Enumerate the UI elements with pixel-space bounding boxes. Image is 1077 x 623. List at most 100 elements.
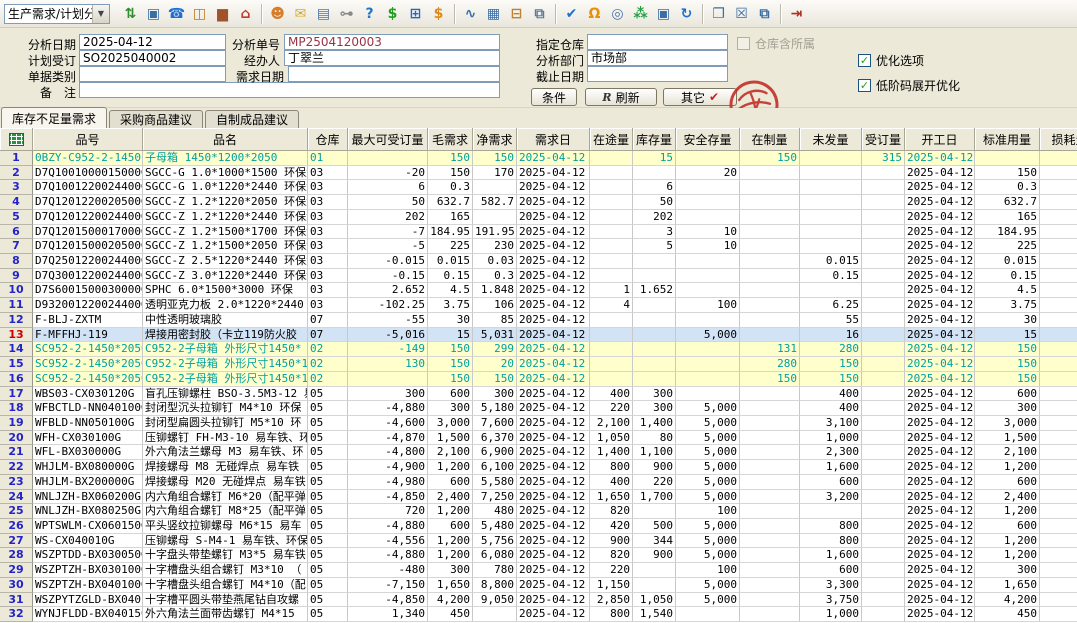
cell[interactable]: 平头竖纹拉铆螺母 M6*15 易车 — [143, 519, 308, 534]
cell[interactable]: 2025-04-12 — [905, 225, 975, 240]
cell[interactable] — [676, 372, 740, 387]
condition-button[interactable]: 条件 — [531, 88, 577, 106]
column-header[interactable]: 仓库 — [308, 128, 348, 151]
cell[interactable]: 2025-04-12 — [517, 607, 590, 622]
cell[interactable] — [590, 372, 633, 387]
cell[interactable] — [1040, 283, 1077, 298]
cell[interactable]: 0.3 — [473, 269, 517, 284]
cell[interactable] — [740, 445, 800, 460]
cell[interactable]: 400 — [800, 401, 862, 416]
cell[interactable]: 05 — [308, 387, 348, 402]
cell[interactable]: 3,300 — [800, 578, 862, 593]
cell[interactable]: 5,756 — [473, 534, 517, 549]
cell[interactable]: 300 — [633, 387, 676, 402]
row-number[interactable]: 4 — [0, 195, 33, 210]
cell[interactable]: 5,000 — [676, 534, 740, 549]
table-row[interactable]: 25WNLJZH-BX080250G内六角组合螺钉 M8*25（配平弹05720… — [0, 504, 1077, 519]
cell[interactable]: 0.15 — [428, 269, 473, 284]
cell[interactable]: 03 — [308, 166, 348, 181]
cell[interactable] — [1040, 475, 1077, 490]
cell[interactable]: 5 — [633, 239, 676, 254]
cell[interactable]: 5,031 — [473, 328, 517, 343]
cell[interactable]: 2025-04-12 — [905, 490, 975, 505]
plan-order-field[interactable]: SO2025040002 — [79, 50, 226, 66]
cell[interactable] — [590, 357, 633, 372]
table-row[interactable]: 26WPTSWLM-CX060150G平头竖纹拉铆螺母 M6*15 易车05-4… — [0, 519, 1077, 534]
cell[interactable]: 100 — [676, 504, 740, 519]
table-row[interactable]: 32WYNJFLDD-BX040150G外六角法兰面带齿螺钉 M4*15051,… — [0, 607, 1077, 622]
cell[interactable] — [800, 210, 862, 225]
cell[interactable]: 16 — [800, 328, 862, 343]
cell[interactable]: 400 — [800, 387, 862, 402]
cell[interactable]: 05 — [308, 460, 348, 475]
cell[interactable]: 2025-04-12 — [905, 534, 975, 549]
cell[interactable]: -20 — [348, 166, 428, 181]
cell[interactable]: 106 — [473, 298, 517, 313]
cell[interactable] — [740, 180, 800, 195]
mail-icon[interactable]: ✉ — [290, 3, 311, 24]
cell[interactable]: 6,100 — [473, 460, 517, 475]
cell[interactable]: SPHC 6.0*1500*3000 环保 — [143, 283, 308, 298]
cell[interactable] — [1040, 254, 1077, 269]
cell[interactable]: SGCC-Z 1.2*1220*2440 环保大 — [143, 210, 308, 225]
cell[interactable]: 1,650 — [590, 490, 633, 505]
cell[interactable]: 2025-04-12 — [517, 519, 590, 534]
cell[interactable]: 7,250 — [473, 490, 517, 505]
cell[interactable]: 05 — [308, 548, 348, 563]
cell[interactable]: 0.015 — [800, 254, 862, 269]
cell[interactable] — [1040, 460, 1077, 475]
person-dollar-icon[interactable]: $ — [428, 3, 449, 24]
cell[interactable]: 800 — [800, 534, 862, 549]
cell[interactable] — [862, 283, 905, 298]
cell[interactable] — [862, 401, 905, 416]
cell[interactable]: 3.75 — [428, 298, 473, 313]
cell[interactable]: 2025-04-12 — [517, 210, 590, 225]
row-number[interactable]: 12 — [0, 313, 33, 328]
row-number[interactable]: 29 — [0, 563, 33, 578]
cell[interactable] — [862, 342, 905, 357]
cell[interactable] — [1040, 387, 1077, 402]
cell[interactable]: 3.75 — [975, 298, 1040, 313]
cell[interactable]: 225 — [975, 239, 1040, 254]
cell[interactable]: 5,000 — [676, 416, 740, 431]
cell[interactable]: 2,300 — [800, 445, 862, 460]
cell[interactable] — [740, 401, 800, 416]
cell[interactable] — [590, 254, 633, 269]
cell[interactable]: 05 — [308, 593, 348, 608]
cell[interactable]: 130 — [348, 357, 428, 372]
cart-icon[interactable]: ⊞ — [405, 3, 426, 24]
cell[interactable]: 202 — [348, 210, 428, 225]
cell[interactable]: 2025-04-12 — [517, 534, 590, 549]
table-row[interactable]: 11D932001220024400G透明亚克力板 2.0*1220*24400… — [0, 298, 1077, 313]
cell[interactable]: 300 — [348, 387, 428, 402]
cell[interactable]: C952-2子母箱 外形尺寸1450*1 — [143, 372, 308, 387]
table-row[interactable]: 7D7Q1201500020500GSGCC-Z 1.2*1500*2050 环… — [0, 239, 1077, 254]
cell[interactable]: 820 — [590, 504, 633, 519]
cell[interactable]: 1,200 — [428, 460, 473, 475]
cell[interactable]: 5,000 — [676, 475, 740, 490]
cell[interactable]: 202 — [633, 210, 676, 225]
cell[interactable]: 400 — [590, 475, 633, 490]
column-header[interactable]: 受订量 — [862, 128, 905, 151]
column-header[interactable]: 库存量 — [633, 128, 676, 151]
cell[interactable]: 1,500 — [428, 431, 473, 446]
table-row[interactable]: 14SC952-2-1450*2050-C952-2子母箱 外形尺寸1450*0… — [0, 342, 1077, 357]
cell[interactable] — [800, 195, 862, 210]
cell[interactable] — [862, 313, 905, 328]
cell[interactable]: -102.25 — [348, 298, 428, 313]
cell[interactable]: 05 — [308, 401, 348, 416]
cell[interactable] — [740, 548, 800, 563]
cell[interactable]: F-MFFHJ-119 — [33, 328, 143, 343]
cell[interactable]: 1,200 — [975, 534, 1040, 549]
cell[interactable] — [676, 283, 740, 298]
row-number[interactable]: 24 — [0, 490, 33, 505]
cell[interactable] — [740, 504, 800, 519]
cell[interactable]: 15 — [975, 328, 1040, 343]
cell[interactable] — [590, 195, 633, 210]
row-number[interactable]: 20 — [0, 431, 33, 446]
cell[interactable]: 05 — [308, 607, 348, 622]
column-header[interactable]: 未发量 — [800, 128, 862, 151]
card-icon[interactable]: ▤ — [313, 3, 334, 24]
cell[interactable]: -0.015 — [348, 254, 428, 269]
cell[interactable]: 5,000 — [676, 578, 740, 593]
